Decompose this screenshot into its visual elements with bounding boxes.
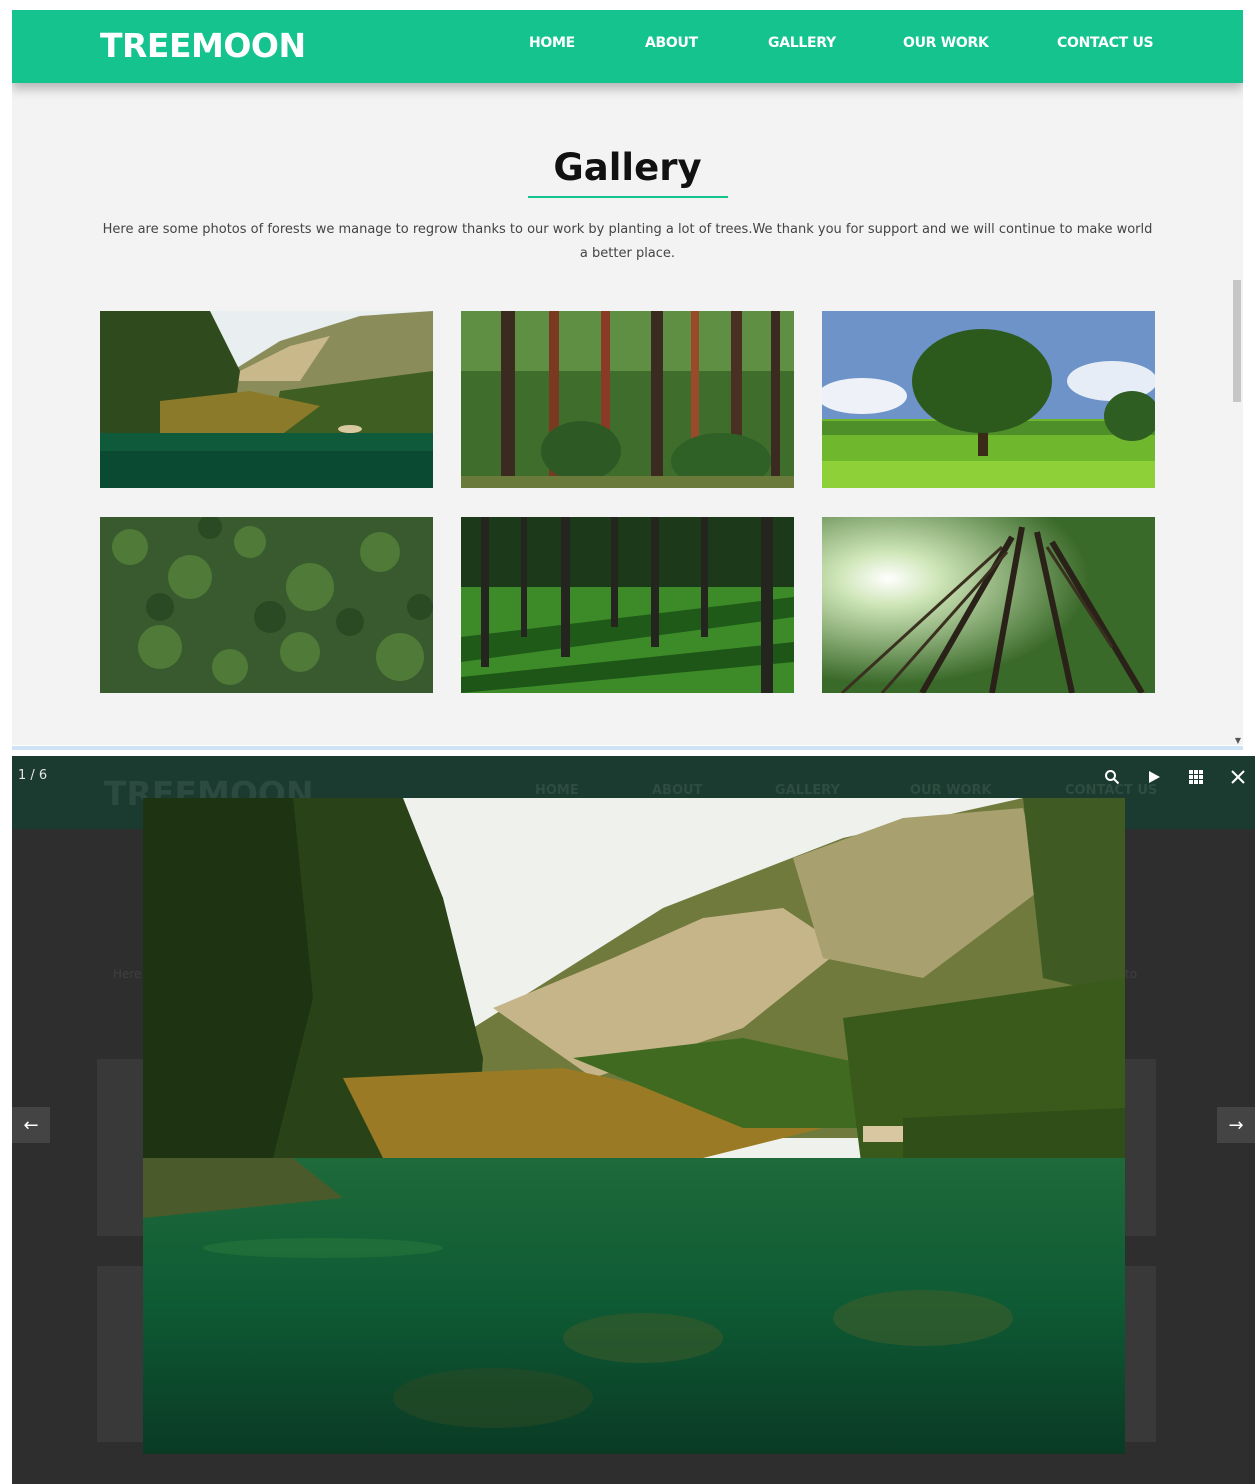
dimmed-nav-about: ABOUT	[652, 783, 703, 798]
title-underline	[528, 196, 728, 198]
navbar: TREEMOON HOME ABOUT GALLERY OUR WORK CON…	[12, 10, 1243, 83]
page-title: Gallery	[553, 146, 702, 189]
page-scrollbar[interactable]: ▲ ▼	[1231, 10, 1243, 745]
nav-our-work-link[interactable]: OUR WORK	[903, 35, 989, 51]
search-icon[interactable]	[1101, 766, 1123, 788]
pine-forest-image	[461, 311, 794, 488]
gallery-thumb-aerial-forest[interactable]	[100, 517, 433, 693]
brand-logo[interactable]: TREEMOON	[100, 26, 306, 65]
gallery-thumb-sun-trees[interactable]	[822, 517, 1155, 693]
gallery-thumb-lake[interactable]	[100, 311, 433, 488]
gallery-description: Here are some photos of forests we manag…	[102, 222, 1153, 261]
lightbox-image-lake[interactable]	[143, 798, 1125, 1454]
scroll-thumb[interactable]	[1233, 280, 1241, 402]
nav-about-link[interactable]: ABOUT	[645, 35, 698, 51]
dimmed-nav-home: HOME	[535, 783, 579, 798]
next-arrow-button[interactable]: →	[1217, 1107, 1255, 1143]
lightbox-counter: 1 / 6	[18, 768, 48, 783]
shadow-grass-image	[461, 517, 794, 693]
dimmed-thumb	[97, 1266, 147, 1442]
dimmed-thumb	[97, 1059, 147, 1236]
lake-image	[100, 311, 433, 488]
nav-home-link[interactable]: HOME	[529, 35, 575, 51]
dimmed-nav-gallery: GALLERY	[775, 783, 840, 798]
gallery-page: TREEMOON HOME ABOUT GALLERY OUR WORK CON…	[12, 10, 1243, 745]
play-icon[interactable]	[1143, 766, 1165, 788]
nav-contact-link[interactable]: CONTACT US	[1057, 35, 1154, 51]
lightbox-overlay: TREEMOON HOME ABOUT GALLERY OUR WORK CON…	[12, 756, 1255, 1484]
dimmed-text-right: to	[1125, 967, 1138, 981]
dimmed-text-left: Here	[113, 967, 142, 981]
dimmed-nav-our-work: OUR WORK	[910, 783, 992, 798]
gallery-thumb-pine-forest[interactable]	[461, 311, 794, 488]
gallery-thumb-meadow-tree[interactable]	[822, 311, 1155, 488]
previous-arrow-button[interactable]: ←	[12, 1107, 50, 1143]
grid-icon[interactable]	[1185, 766, 1207, 788]
scroll-down-icon[interactable]: ▼	[1235, 736, 1241, 745]
nav-gallery-link[interactable]: GALLERY	[768, 35, 836, 51]
gallery-thumb-shadow-grass[interactable]	[461, 517, 794, 693]
lake-image-large	[143, 798, 1125, 1454]
meadow-tree-image	[822, 311, 1155, 488]
dimmed-thumb	[1125, 1059, 1156, 1236]
dimmed-thumb	[1125, 1266, 1156, 1442]
aerial-forest-image	[100, 517, 433, 693]
sun-trees-image	[822, 517, 1155, 693]
close-icon[interactable]	[1227, 766, 1249, 788]
screenshot-divider	[12, 746, 1243, 750]
